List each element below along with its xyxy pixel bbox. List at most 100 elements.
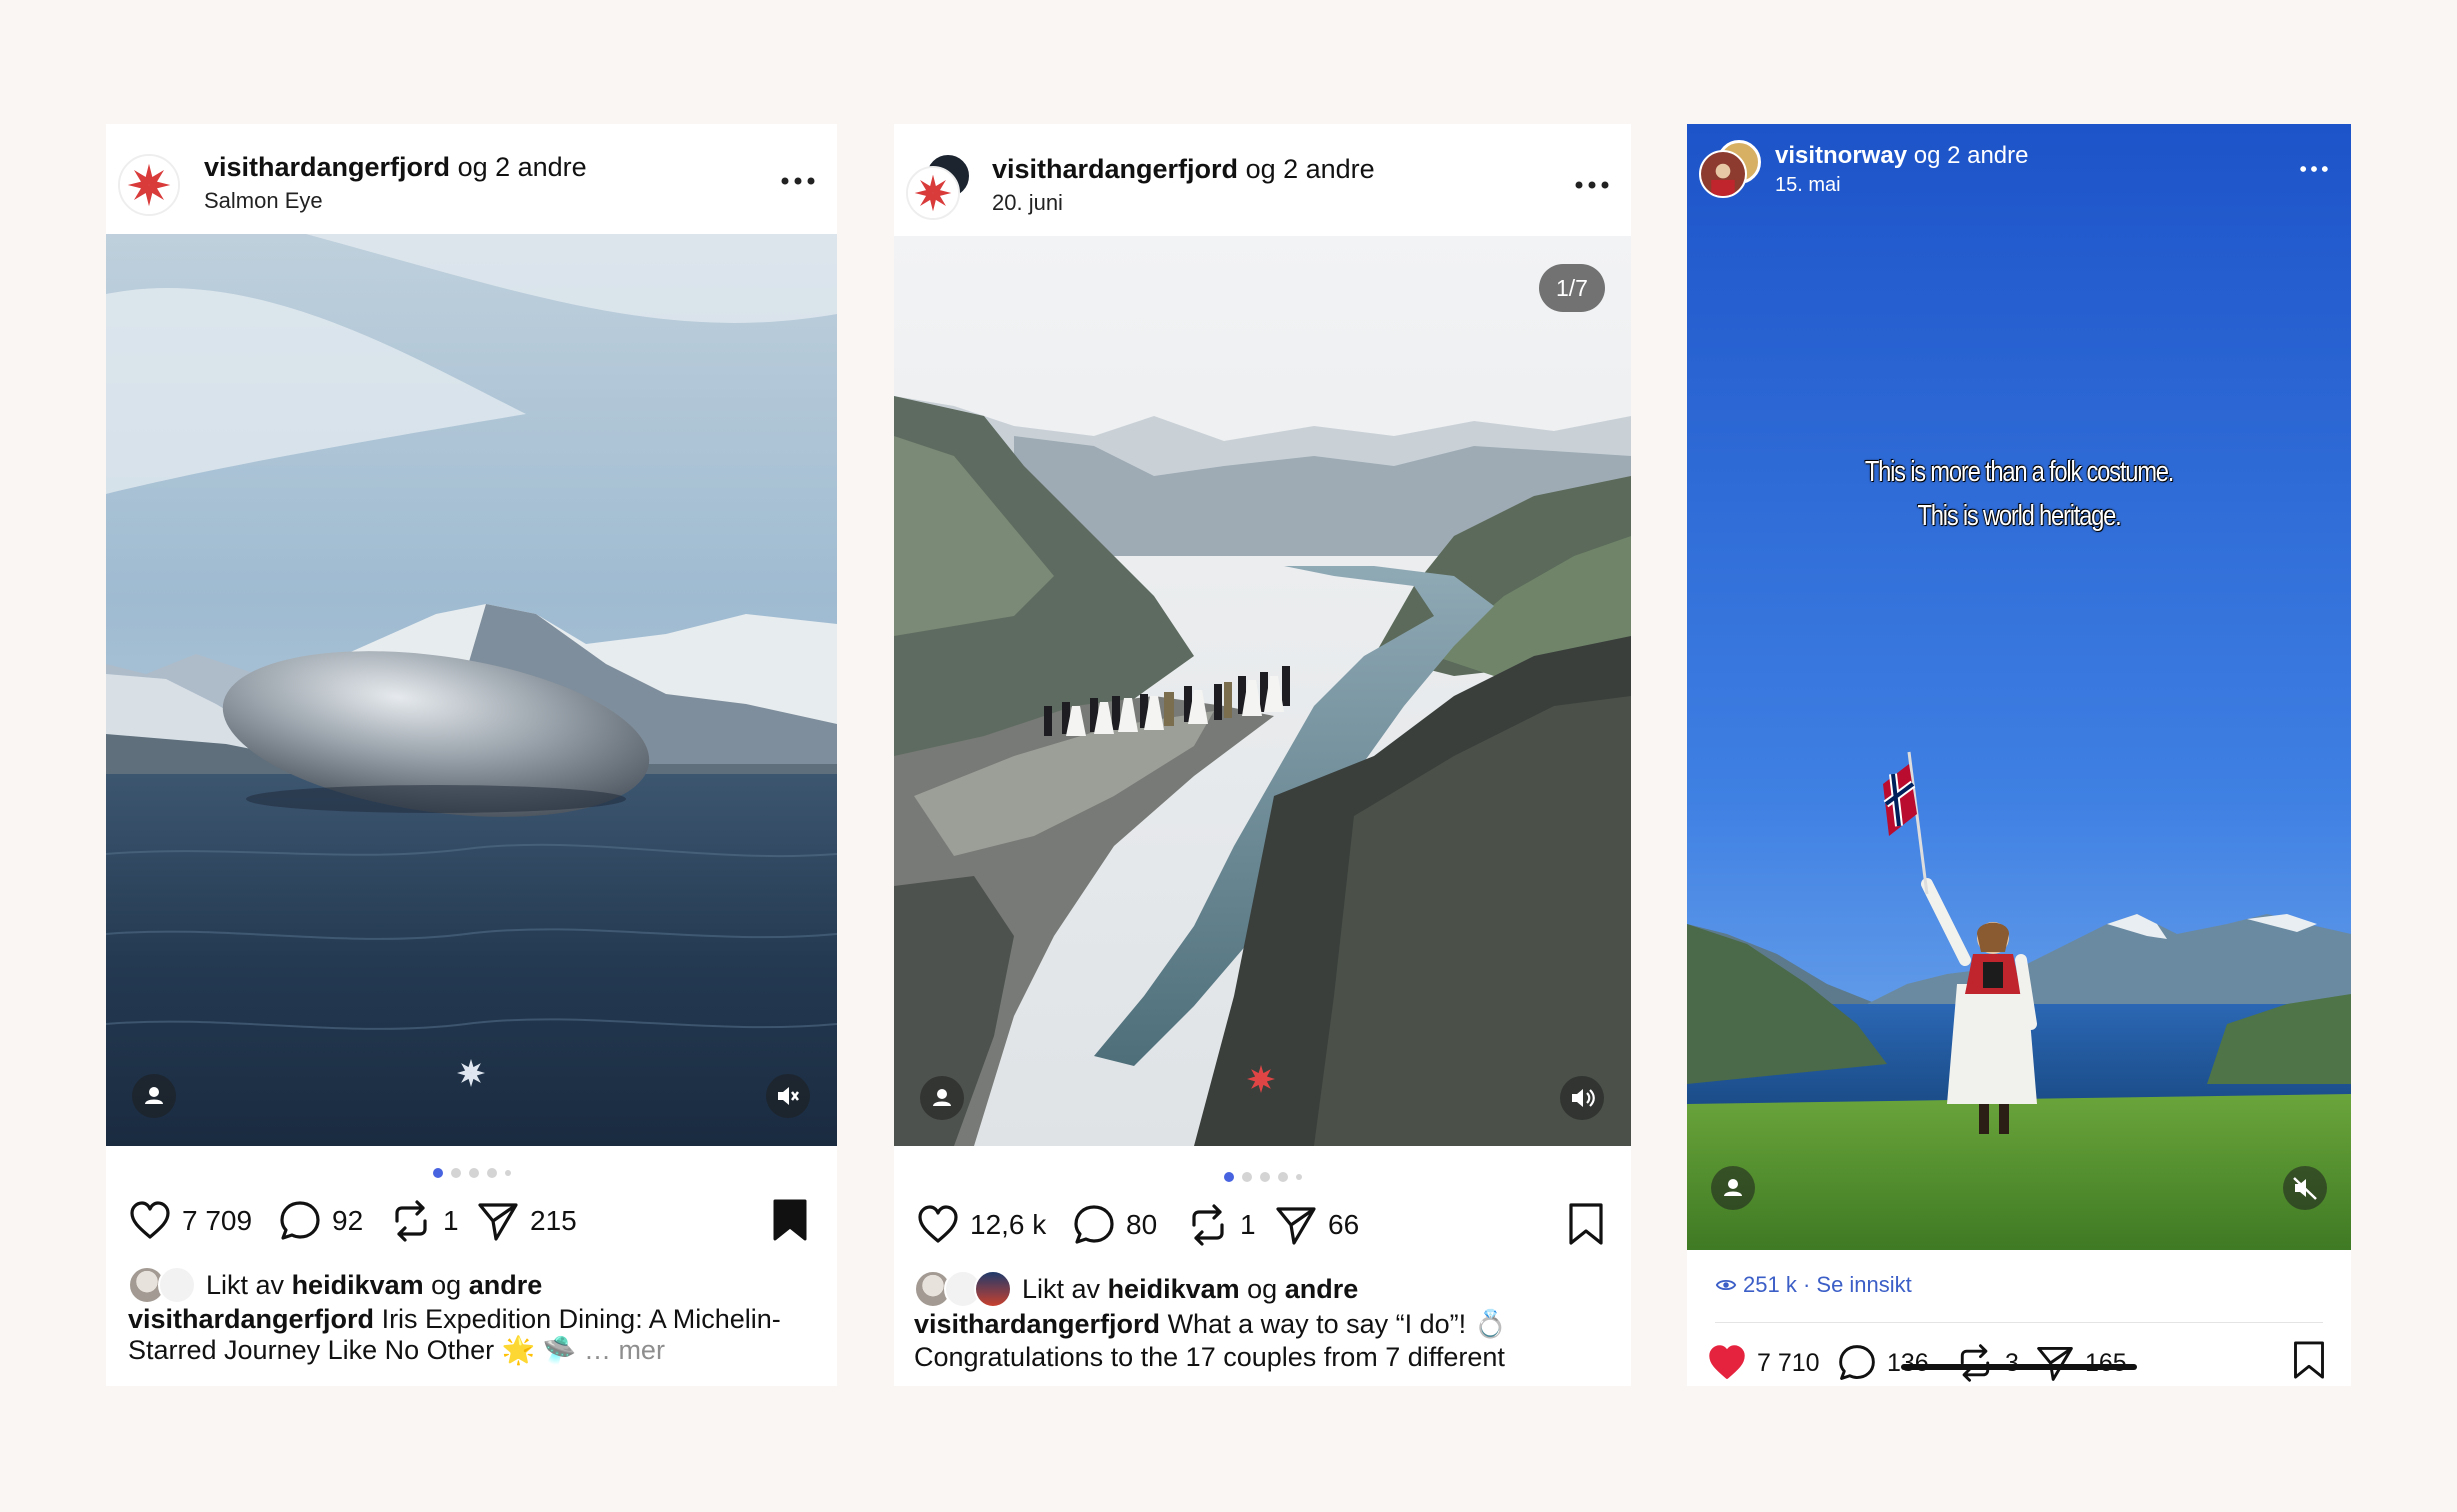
avatar [158,1266,196,1304]
heart-icon [130,1201,170,1239]
liked-by-prefix: Likt av [1022,1273,1101,1304]
collab-text[interactable]: og 2 andre [1246,154,1375,184]
share-button[interactable]: 165 [2035,1338,2127,1386]
carousel-dot [1241,1171,1252,1182]
account-name[interactable]: visithardangerfjord [204,152,450,182]
liked-by-and: og [1247,1273,1278,1304]
post-author[interactable]: visithardangerfjord og 2 andre [204,152,587,183]
account-avatar[interactable] [906,166,960,220]
liked-by-others[interactable]: andre [469,1270,543,1300]
post-caption: visithardangerfjord Iris Expedition Dini… [128,1304,808,1366]
like-button[interactable]: 7 709 [128,1196,252,1246]
like-button[interactable]: 7 710 [1707,1338,1820,1386]
repost-count: 1 [1240,1209,1256,1240]
view-count: 251 k [1743,1272,1797,1297]
bookmark-icon[interactable] [1566,1202,1606,1246]
caption-author[interactable]: visithardangerfjord [914,1309,1160,1339]
star-logo-icon [120,156,178,214]
comment-button[interactable]: 92 [278,1196,363,1246]
account-avatar[interactable] [1699,150,1747,198]
heart-icon [918,1205,958,1243]
carousel-dot [450,1167,461,1178]
account-name[interactable]: visitnorway [1775,142,1907,169]
comment-count: 80 [1126,1209,1158,1240]
post-location[interactable]: Salmon Eye [204,188,323,214]
post-header: visithardangerfjord og 2 andre 20. juni [894,124,1631,232]
comment-count: 92 [332,1205,364,1236]
liked-by[interactable]: Likt av heidikvam og andre [914,1270,1358,1308]
carousel-dot [504,1169,511,1176]
post-media-video[interactable]: This is more than a folk costume. This i… [1687,124,2351,1250]
like-count: 7 709 [182,1205,253,1236]
like-count: 7 710 [1757,1348,1820,1377]
user-tag-icon[interactable] [920,1076,964,1120]
repost-button[interactable]: 1 [389,1196,459,1246]
more-icon[interactable] [1574,180,1610,190]
carousel-dots [894,1168,1631,1182]
post-media-image[interactable]: 1/7 [894,236,1631,1146]
comment-icon [280,1201,320,1240]
post-card-salmon-eye: visithardangerfjord og 2 andre Salmon Ey… [106,124,837,1386]
repost-count: 3 [2005,1348,2019,1377]
heart-icon [1709,1345,1745,1379]
share-button[interactable]: 215 [476,1196,577,1246]
avatar [974,1270,1012,1308]
repost-icon [1192,1204,1224,1246]
repost-count: 1 [443,1205,459,1236]
user-tag-icon[interactable] [132,1074,176,1118]
liked-by-user[interactable]: heidikvam [1108,1274,1240,1304]
post-media-image[interactable] [106,234,837,1146]
post-caption: visithardangerfjord What a way to say “I… [914,1308,1604,1374]
share-count: 215 [530,1205,577,1236]
eye-icon [1715,1279,1737,1291]
share-button[interactable]: 66 [1274,1200,1359,1250]
more-icon[interactable] [780,176,816,186]
like-button[interactable]: 12,6 k [916,1200,1046,1250]
mute-icon[interactable] [766,1074,810,1118]
video-caption-line1: This is more than a folk costume. [1864,456,2175,488]
carousel-dot [432,1167,443,1178]
repost-icon [395,1200,427,1242]
divider [1715,1322,2323,1323]
repost-button[interactable]: 1 [1186,1200,1256,1250]
liked-by-user[interactable]: heidikvam [292,1270,424,1300]
comment-button[interactable]: 80 [1072,1200,1157,1250]
carousel-counter: 1/7 [1539,264,1605,312]
user-tag-icon[interactable] [1711,1166,1755,1210]
comment-icon [1839,1345,1875,1380]
caption-author[interactable]: visithardangerfjord [128,1304,374,1334]
share-icon [2037,1347,2073,1381]
repost-button[interactable]: 3 [1955,1338,2019,1386]
post-card-bunad-reel: This is more than a folk costume. This i… [1687,124,2351,1386]
star-logo-icon [457,1059,485,1087]
like-count: 12,6 k [970,1209,1047,1240]
video-caption-line2: This is world heritage. [1917,500,2121,532]
share-count: 66 [1328,1209,1360,1240]
insight-link-text[interactable]: · Se innsikt [1803,1272,1912,1298]
post-date: 15. mai [1775,174,1841,196]
account-avatar[interactable] [118,154,180,216]
more-icon[interactable] [2299,164,2329,174]
post-card-trolltunga-wedding: visithardangerfjord og 2 andre 20. juni [894,124,1631,1386]
video-scrub-bar[interactable] [1901,1364,2137,1370]
bookmark-icon[interactable] [770,1198,810,1242]
liked-by-others[interactable]: andre [1285,1274,1359,1304]
caption-more-link[interactable]: … mer [584,1335,665,1365]
collab-text[interactable]: og 2 andre [458,152,587,182]
carousel-dot [1223,1171,1234,1182]
mute-icon[interactable] [2283,1166,2327,1210]
carousel-dot [468,1167,479,1178]
bookmark-icon[interactable] [2291,1340,2327,1380]
carousel-dots [106,1164,837,1178]
post-author[interactable]: visitnorway og 2 andre [1775,142,2028,170]
liked-by[interactable]: Likt av heidikvam og andre [128,1266,542,1304]
sound-icon[interactable] [1560,1076,1604,1120]
view-insights-link[interactable]: 251 k · Se innsikt [1715,1272,1912,1298]
account-name[interactable]: visithardangerfjord [992,154,1238,184]
star-logo-icon [1247,1065,1275,1093]
collab-text[interactable]: og 2 andre [1914,142,2029,169]
comment-count: 136 [1887,1348,1929,1377]
post-author[interactable]: visithardangerfjord og 2 andre [992,154,1375,185]
comment-button[interactable]: 136 [1837,1338,1929,1386]
salmon-eye-photo [106,234,837,1146]
